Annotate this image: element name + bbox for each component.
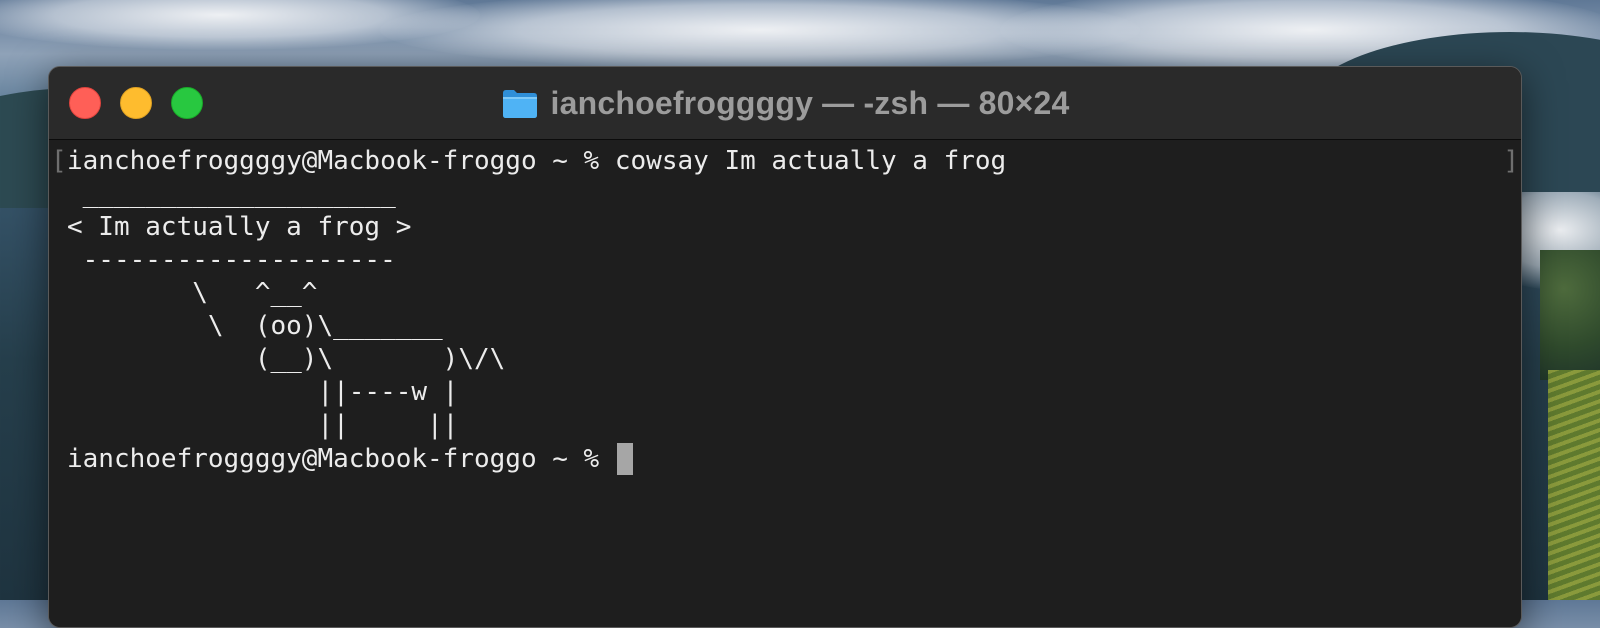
output-line: -------------------- xyxy=(67,245,412,275)
prompt-line: ianchoefroggggy@Macbook-froggo ~ % xyxy=(67,443,633,475)
bracket-right: ] xyxy=(1503,146,1519,176)
window-title: ianchoefroggggy — -zsh — 80×24 xyxy=(49,81,1521,125)
terminal-window: ianchoefroggggy — -zsh — 80×24 [ ] ianch… xyxy=(48,66,1522,628)
bracket-left: [ xyxy=(51,146,67,176)
output-line: < Im actually a frog > xyxy=(67,212,412,242)
text-cursor xyxy=(616,443,633,475)
title-bar[interactable]: ianchoefroggggy — -zsh — 80×24 xyxy=(49,67,1521,140)
output-line: ____________________ xyxy=(67,179,412,209)
command-line: ianchoefroggggy@Macbook-froggo ~ % cowsa… xyxy=(67,146,1007,176)
folder-icon xyxy=(501,87,539,119)
prompt-text: ianchoefroggggy@Macbook-froggo ~ % xyxy=(67,444,615,474)
output-line: \ (oo)\_______ xyxy=(67,311,443,341)
output-line: (__)\ )\/\ xyxy=(67,344,506,374)
output-line: || || xyxy=(67,410,459,440)
terminal-content[interactable]: [ ] ianchoefroggggy@Macbook-froggo ~ % c… xyxy=(49,140,1521,627)
output-line: \ ^__^ xyxy=(67,278,318,308)
output-line: ||----w | xyxy=(67,377,459,407)
window-title-text: ianchoefroggggy — -zsh — 80×24 xyxy=(550,84,1070,121)
